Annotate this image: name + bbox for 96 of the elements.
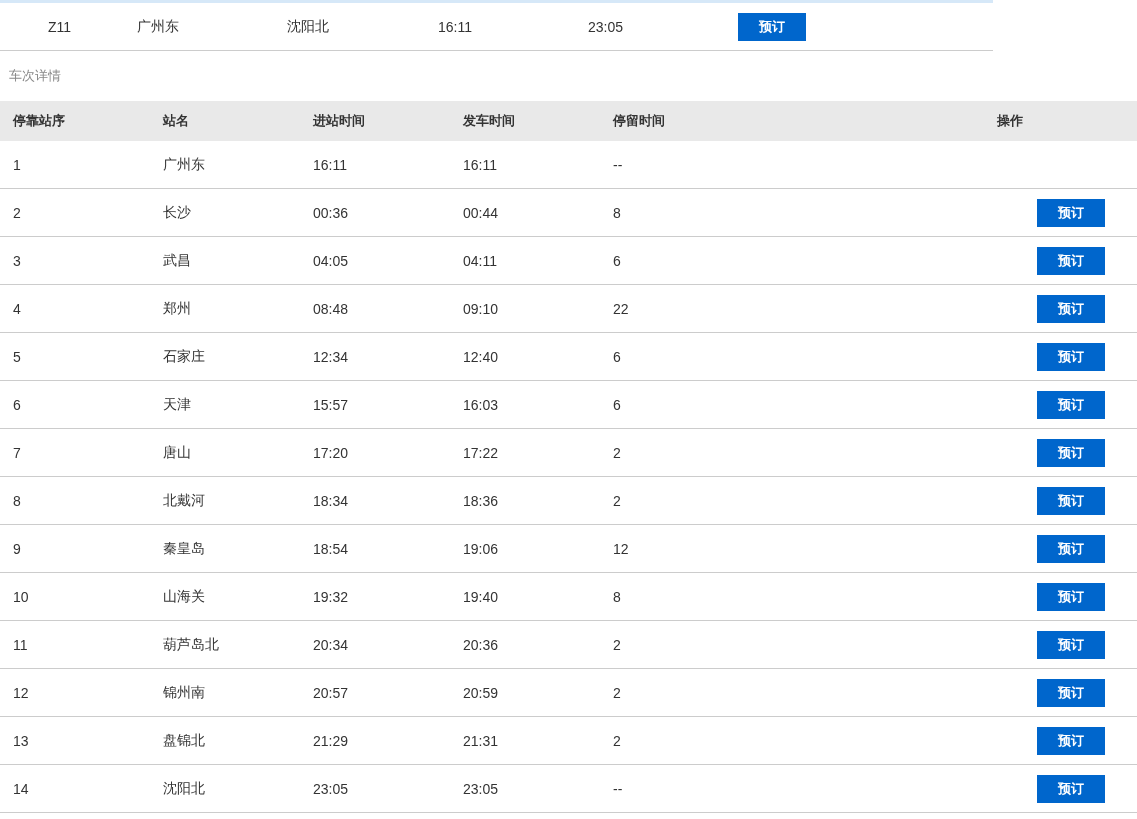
table-cell: 18:34 bbox=[313, 492, 349, 509]
table-cell: 16:11 bbox=[463, 156, 497, 173]
table-cell: 葫芦岛北 bbox=[163, 635, 219, 654]
table-cell: 21:31 bbox=[463, 732, 499, 749]
table-cell: 唐山 bbox=[163, 443, 191, 462]
section-title: 车次详情 bbox=[9, 67, 61, 85]
table-cell: 6 bbox=[613, 348, 621, 365]
column-header: 停靠站序 bbox=[13, 112, 65, 130]
arrive-time: 23:05 bbox=[588, 18, 624, 35]
from-station: 广州东 bbox=[137, 17, 179, 36]
table-cell: 22 bbox=[613, 300, 629, 317]
table-cell: 长沙 bbox=[163, 203, 191, 222]
table-cell: 09:10 bbox=[463, 300, 499, 317]
table-cell: 广州东 bbox=[163, 155, 205, 174]
table-cell: 9 bbox=[13, 540, 21, 557]
table-cell: 8 bbox=[13, 492, 21, 509]
table-cell: 1 bbox=[13, 156, 21, 173]
table-cell: 15:57 bbox=[313, 396, 349, 413]
table-cell: 8 bbox=[613, 588, 621, 605]
table-cell: 5 bbox=[13, 348, 21, 365]
book-button[interactable]: 预订 bbox=[1037, 582, 1105, 611]
book-button[interactable]: 预订 bbox=[1037, 342, 1105, 371]
book-button[interactable]: 预订 bbox=[1037, 294, 1105, 323]
table-cell: 11 bbox=[13, 636, 28, 653]
table-cell: 3 bbox=[13, 252, 21, 269]
table-cell: 6 bbox=[13, 396, 21, 413]
table-cell: 2 bbox=[613, 492, 621, 509]
column-header: 操作 bbox=[997, 112, 1023, 130]
table-cell: 12 bbox=[13, 684, 29, 701]
train-number: Z11 bbox=[48, 18, 72, 35]
table-cell: 武昌 bbox=[163, 251, 191, 270]
table-cell: 盘锦北 bbox=[163, 731, 205, 750]
table-cell: 7 bbox=[13, 444, 21, 461]
table-cell: 12:40 bbox=[463, 348, 499, 365]
table-cell: 19:40 bbox=[463, 588, 499, 605]
table-cell: 锦州南 bbox=[163, 683, 205, 702]
table-cell: 20:34 bbox=[313, 636, 349, 653]
table-cell: 08:48 bbox=[313, 300, 349, 317]
table-cell: 石家庄 bbox=[163, 347, 205, 366]
table-cell: 04:05 bbox=[313, 252, 349, 269]
book-button[interactable]: 预订 bbox=[1037, 486, 1105, 515]
table-cell: 18:54 bbox=[313, 540, 349, 557]
book-button[interactable]: 预订 bbox=[1037, 534, 1105, 563]
table-cell: 2 bbox=[13, 204, 21, 221]
table-cell: 16:03 bbox=[463, 396, 499, 413]
table-cell: 04:11 bbox=[463, 252, 497, 269]
table-cell: 20:57 bbox=[313, 684, 349, 701]
column-header: 发车时间 bbox=[463, 112, 515, 130]
table-cell: 21:29 bbox=[313, 732, 349, 749]
depart-time: 16:11 bbox=[438, 18, 472, 35]
table-cell: 秦皇岛 bbox=[163, 539, 205, 558]
book-button[interactable]: 预订 bbox=[1037, 198, 1105, 227]
book-button[interactable]: 预订 bbox=[1037, 246, 1105, 275]
table-cell: 19:06 bbox=[463, 540, 499, 557]
table-cell: 2 bbox=[613, 636, 621, 653]
book-button[interactable]: 预订 bbox=[1037, 438, 1105, 467]
book-button[interactable]: 预订 bbox=[1037, 678, 1105, 707]
table-cell: -- bbox=[613, 780, 623, 797]
table-cell: 郑州 bbox=[163, 299, 191, 318]
column-header: 进站时间 bbox=[313, 112, 365, 130]
column-header: 站名 bbox=[163, 112, 189, 130]
table-cell: 23:05 bbox=[313, 780, 349, 797]
table-cell: 20:59 bbox=[463, 684, 499, 701]
table-cell: 19:32 bbox=[313, 588, 349, 605]
table-cell: 14 bbox=[13, 780, 29, 797]
book-button[interactable]: 预订 bbox=[738, 12, 806, 41]
book-button[interactable]: 预订 bbox=[1037, 774, 1105, 803]
table-cell: 20:36 bbox=[463, 636, 499, 653]
table-cell: 16:11 bbox=[313, 156, 347, 173]
table-cell: 2 bbox=[613, 684, 621, 701]
table-cell: 10 bbox=[13, 588, 29, 605]
table-cell: 8 bbox=[613, 204, 621, 221]
table-cell: 北戴河 bbox=[163, 491, 205, 510]
book-button[interactable]: 预订 bbox=[1037, 390, 1105, 419]
table-cell: 4 bbox=[13, 300, 21, 317]
table-cell: 17:20 bbox=[313, 444, 349, 461]
table-cell: 2 bbox=[613, 444, 621, 461]
table-cell: 12 bbox=[613, 540, 629, 557]
table-cell: 00:44 bbox=[463, 204, 499, 221]
table-cell: 6 bbox=[613, 396, 621, 413]
table-cell: 沈阳北 bbox=[163, 779, 205, 798]
table-cell: 23:05 bbox=[463, 780, 499, 797]
table-cell: 6 bbox=[613, 252, 621, 269]
table-cell: 12:34 bbox=[313, 348, 349, 365]
table-cell: 13 bbox=[13, 732, 29, 749]
book-button[interactable]: 预订 bbox=[1037, 630, 1105, 659]
table-cell: 2 bbox=[613, 732, 621, 749]
table-cell: 00:36 bbox=[313, 204, 349, 221]
book-button[interactable]: 预订 bbox=[1037, 726, 1105, 755]
table-cell: -- bbox=[613, 156, 623, 173]
to-station: 沈阳北 bbox=[287, 17, 329, 36]
column-header: 停留时间 bbox=[613, 112, 665, 130]
table-cell: 山海关 bbox=[163, 587, 205, 606]
table-cell: 天津 bbox=[163, 395, 191, 414]
table-cell: 17:22 bbox=[463, 444, 499, 461]
table-cell: 18:36 bbox=[463, 492, 499, 509]
